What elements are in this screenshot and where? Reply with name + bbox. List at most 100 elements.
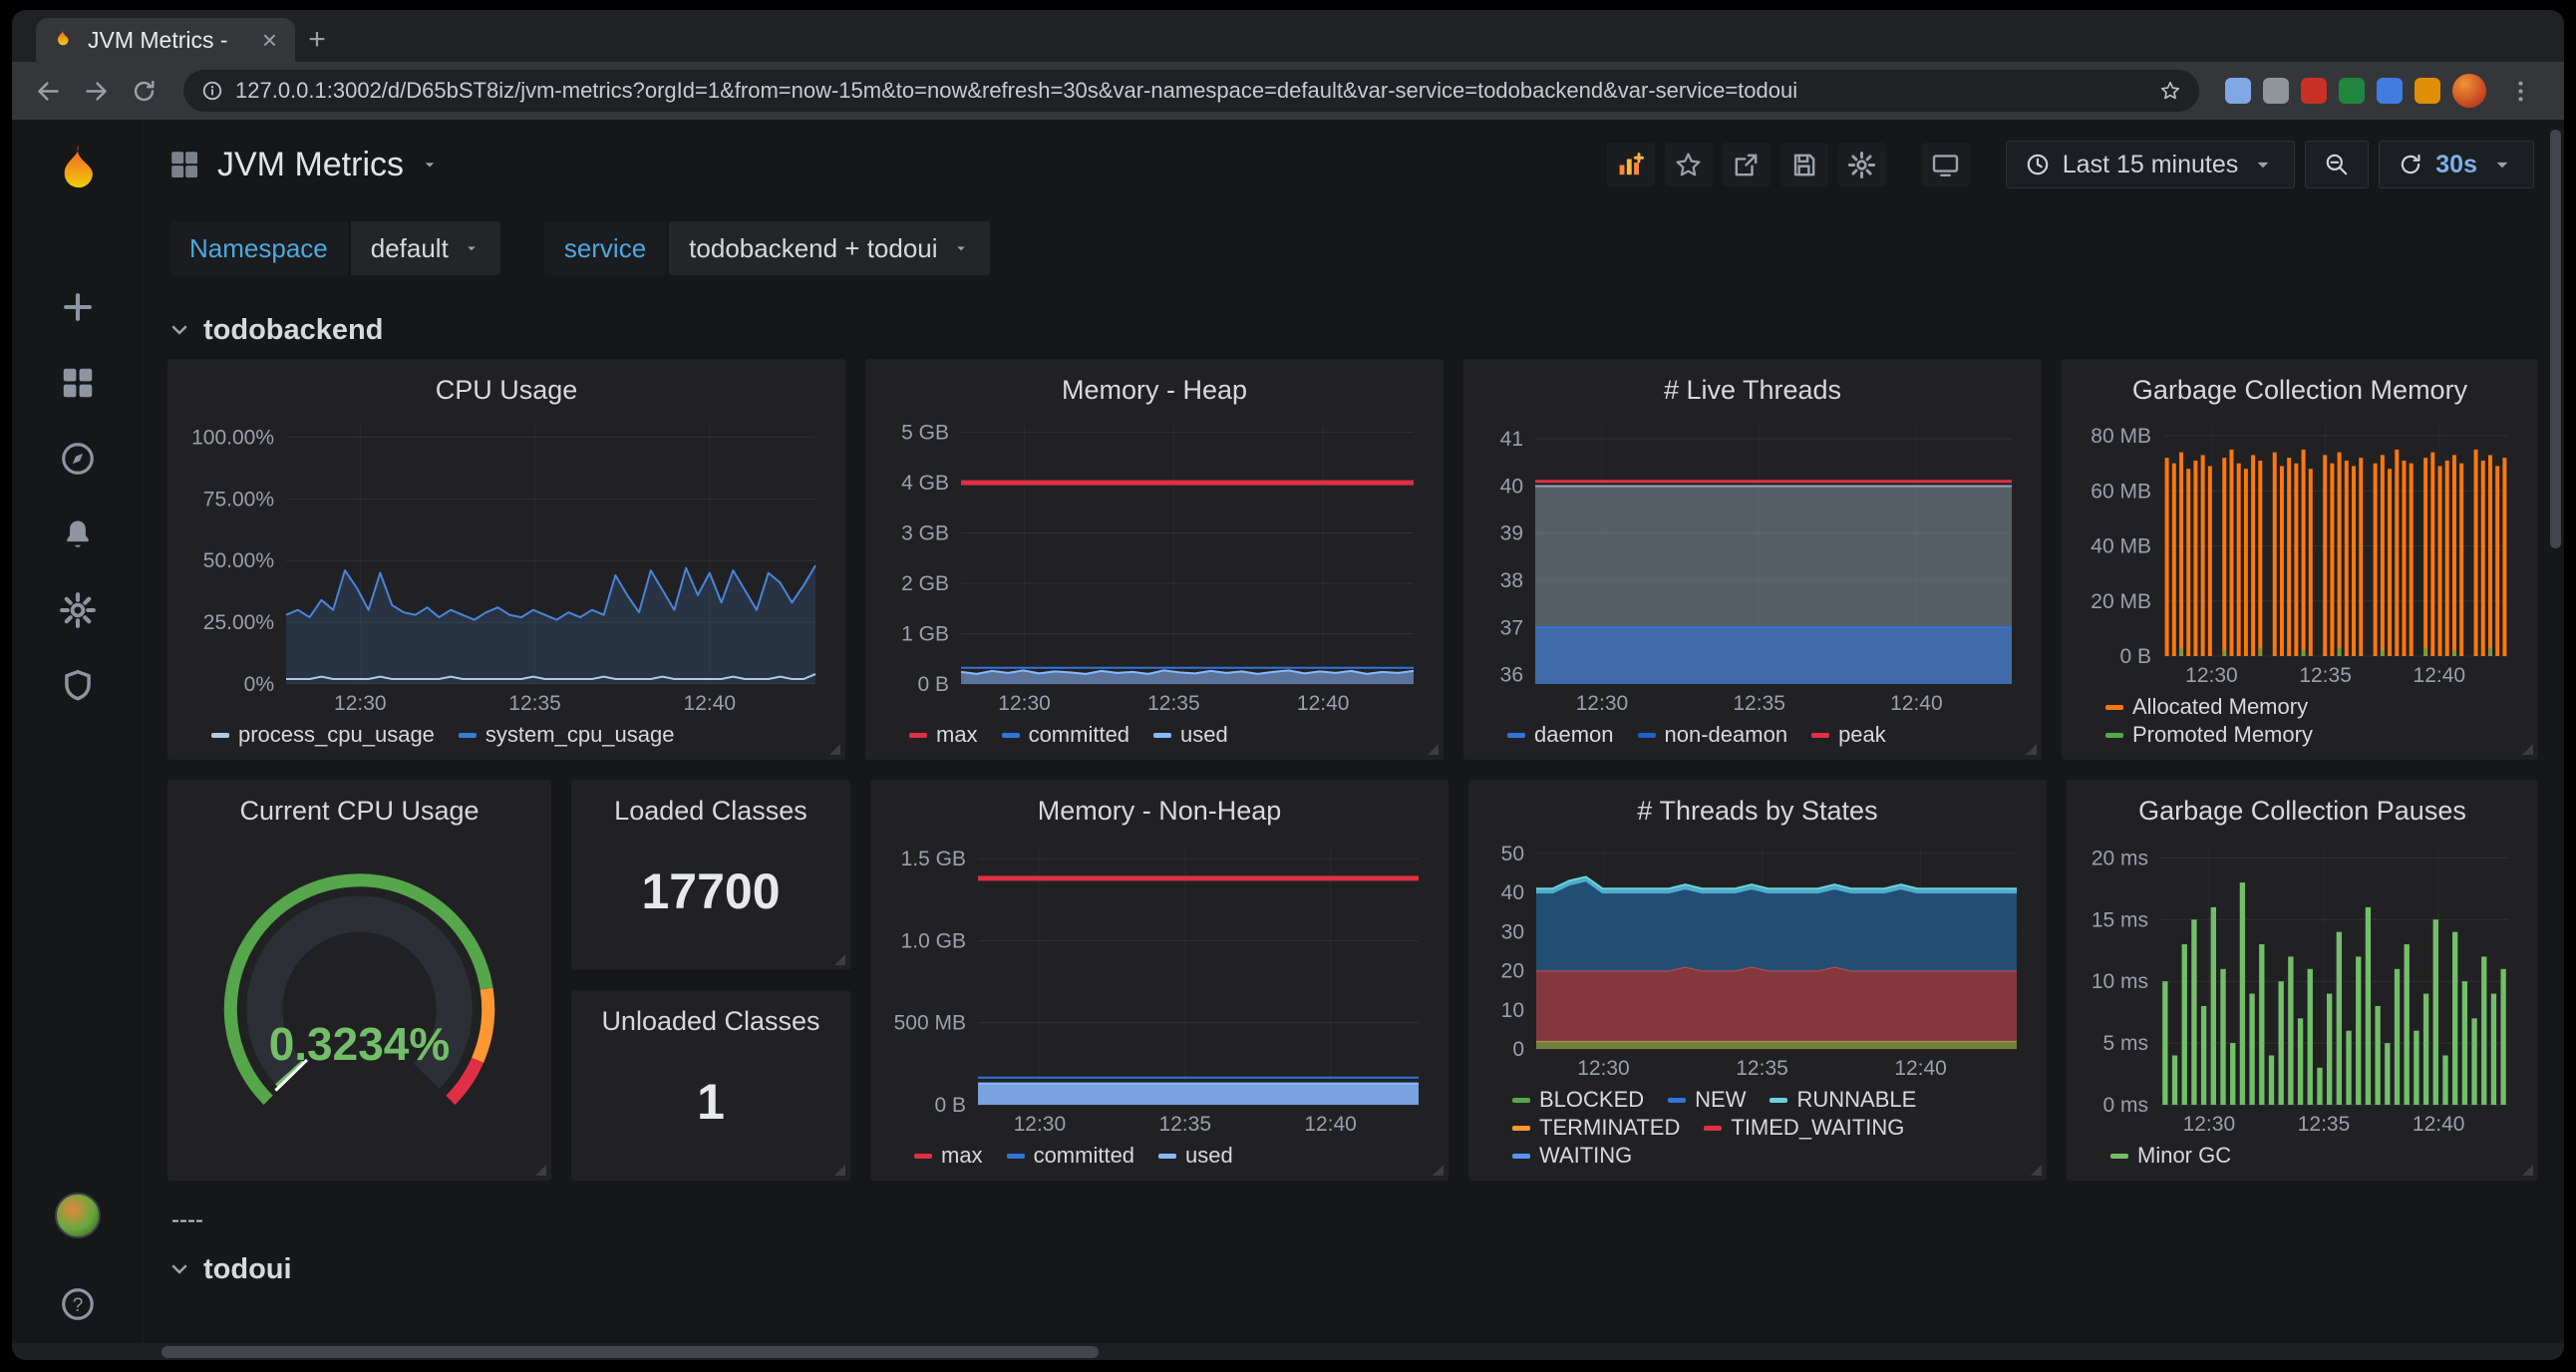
sidebar-item-server-admin[interactable] xyxy=(56,664,100,708)
browser-tab[interactable]: JVM Metrics - × xyxy=(36,18,295,62)
vertical-scrollbar[interactable] xyxy=(2550,130,2561,548)
user-avatar[interactable] xyxy=(55,1193,101,1238)
tv-mode-button[interactable] xyxy=(1922,143,1970,186)
grafana-app: ? JVM Metrics xyxy=(12,120,2564,1360)
legend-item[interactable]: BLOCKED xyxy=(1512,1087,1644,1113)
browser-menu-button[interactable] xyxy=(2498,69,2542,113)
panel-title[interactable]: Garbage Collection Memory xyxy=(2076,371,2524,413)
panel-title[interactable]: Current CPU Usage xyxy=(181,792,537,834)
title-caret-icon[interactable] xyxy=(420,155,440,174)
legend-item[interactable]: max xyxy=(909,722,978,748)
row-todoui[interactable]: todoui xyxy=(167,1240,2538,1298)
legend-label: system_cpu_usage xyxy=(485,722,675,748)
site-info-icon[interactable] xyxy=(201,80,223,102)
legend-item[interactable]: process_cpu_usage xyxy=(211,722,435,748)
zoom-out-button[interactable] xyxy=(2305,141,2369,188)
sidebar-item-alerting[interactable] xyxy=(56,513,100,556)
legend-item[interactable]: daemon xyxy=(1507,722,1614,748)
threads-by-states-chart[interactable]: 5040302010012:3012:3512:40 xyxy=(1482,834,2033,1083)
tab-title: JVM Metrics - xyxy=(88,27,246,54)
legend-item[interactable]: Allocated Memory xyxy=(2105,694,2308,720)
gc-memory-chart[interactable]: 80 MB60 MB40 MB20 MB0 B12:3012:3512:40 xyxy=(2076,413,2524,690)
extension-icon[interactable] xyxy=(2225,78,2251,104)
legend-item[interactable]: max xyxy=(914,1143,983,1169)
panel-gc-pauses: Garbage Collection Pauses 20 ms15 ms10 m… xyxy=(2067,780,2538,1181)
variable-value-dropdown[interactable]: todobackend + todoui xyxy=(669,221,989,275)
bookmark-star-icon[interactable] xyxy=(2159,80,2181,102)
dashboard-grid-icon xyxy=(167,148,201,181)
memory-nonheap-chart[interactable]: 1.5 GB1.0 GB500 MB0 B12:3012:3512:40 xyxy=(884,834,1435,1139)
extension-icon[interactable] xyxy=(2377,78,2403,104)
reload-button[interactable] xyxy=(122,69,165,113)
forward-button[interactable] xyxy=(74,69,118,113)
legend-swatch xyxy=(914,1154,932,1159)
legend-item[interactable]: committed xyxy=(1002,722,1129,748)
memory-heap-chart[interactable]: 5 GB4 GB3 GB2 GB1 GB0 B12:3012:3512:40 xyxy=(879,413,1430,718)
extension-icon[interactable] xyxy=(2339,78,2365,104)
legend-swatch xyxy=(909,733,927,738)
time-range-picker[interactable]: Last 15 minutes xyxy=(2006,141,2296,188)
legend-item[interactable]: committed xyxy=(1007,1143,1134,1169)
refresh-button[interactable]: 30s xyxy=(2379,141,2534,188)
new-tab-button[interactable]: + xyxy=(295,18,339,62)
extension-icon[interactable] xyxy=(2415,78,2440,104)
legend-item[interactable]: TIMED_WAITING xyxy=(1704,1115,1904,1141)
panel-title[interactable]: Unloaded Classes xyxy=(585,1002,836,1044)
variable-value: todobackend + todoui xyxy=(689,233,937,264)
panel-title[interactable]: Memory - Non-Heap xyxy=(884,792,1435,834)
extension-icon[interactable] xyxy=(2301,78,2327,104)
panel-title[interactable]: # Threads by States xyxy=(1482,792,2033,834)
svg-text:12:35: 12:35 xyxy=(1147,692,1200,715)
dashboard-title[interactable]: JVM Metrics xyxy=(217,146,404,184)
svg-text:12:40: 12:40 xyxy=(1297,692,1350,715)
sidebar-item-configuration[interactable] xyxy=(56,588,100,632)
svg-text:1.5 GB: 1.5 GB xyxy=(901,848,966,870)
legend-swatch xyxy=(1507,733,1525,738)
address-bar[interactable]: 127.0.0.1:3002/d/D65bST8iz/jvm-metrics?o… xyxy=(183,70,2199,112)
legend-item[interactable]: Promoted Memory xyxy=(2105,722,2313,748)
panel-title[interactable]: Memory - Heap xyxy=(879,371,1430,413)
legend-item[interactable]: TERMINATED xyxy=(1512,1115,1680,1141)
star-dashboard-button[interactable] xyxy=(1665,143,1713,186)
legend-item[interactable]: RUNNABLE xyxy=(1770,1087,1916,1113)
panel-title[interactable]: Garbage Collection Pauses xyxy=(2081,792,2524,834)
legend-item[interactable]: used xyxy=(1153,722,1228,748)
svg-text:12:35: 12:35 xyxy=(2298,1113,2351,1136)
legend-item[interactable]: non-deamon xyxy=(1638,722,1788,748)
gc-pauses-chart[interactable]: 20 ms15 ms10 ms5 ms0 ms12:3012:3512:40 xyxy=(2081,834,2524,1139)
variable-service[interactable]: service todobackend + todoui xyxy=(544,221,990,275)
legend-item[interactable]: used xyxy=(1158,1143,1233,1169)
sidebar-item-help[interactable]: ? xyxy=(56,1282,100,1326)
tab-close-icon[interactable]: × xyxy=(258,27,281,53)
save-dashboard-button[interactable] xyxy=(1780,143,1828,186)
cpu-gauge[interactable]: 0.3234% xyxy=(181,834,537,1173)
variable-namespace[interactable]: Namespace default xyxy=(169,221,500,275)
panel-unloaded-classes: Unloaded Classes 1 xyxy=(571,990,850,1181)
back-button[interactable] xyxy=(26,69,70,113)
dashboard-variables: Namespace default service todobackend + … xyxy=(144,209,2564,301)
horizontal-scrollbar[interactable] xyxy=(161,1346,1099,1358)
browser-profile-avatar[interactable] xyxy=(2452,74,2486,108)
live-threads-chart[interactable]: 41403938373612:3012:3512:40 xyxy=(1477,413,2028,718)
cpu-usage-chart[interactable]: 100.00%75.00%50.00%25.00%0%12:3012:3512:… xyxy=(181,413,831,718)
panel-title[interactable]: CPU Usage xyxy=(181,371,831,413)
sidebar-item-explore[interactable] xyxy=(56,437,100,481)
grafana-logo-icon[interactable] xyxy=(46,140,110,203)
sidebar-item-dashboards[interactable] xyxy=(56,361,100,405)
legend-item[interactable]: system_cpu_usage xyxy=(459,722,675,748)
chevron-down-icon xyxy=(2489,152,2515,177)
add-panel-button[interactable] xyxy=(1607,143,1655,186)
gauge-value: 0.3234% xyxy=(181,1017,537,1071)
share-dashboard-button[interactable] xyxy=(1723,143,1771,186)
sidebar-item-create[interactable] xyxy=(56,285,100,329)
legend-item[interactable]: WAITING xyxy=(1512,1143,1632,1169)
legend-item[interactable]: NEW xyxy=(1668,1087,1746,1113)
panel-title[interactable]: # Live Threads xyxy=(1477,371,2028,413)
row-todobackend[interactable]: todobackend xyxy=(167,301,2538,359)
panel-title[interactable]: Loaded Classes xyxy=(585,792,836,834)
dashboard-settings-button[interactable] xyxy=(1838,143,1886,186)
legend-item[interactable]: Minor GC xyxy=(2110,1143,2231,1169)
variable-value-dropdown[interactable]: default xyxy=(351,221,500,275)
legend-item[interactable]: peak xyxy=(1811,722,1886,748)
extension-icon[interactable] xyxy=(2263,78,2289,104)
